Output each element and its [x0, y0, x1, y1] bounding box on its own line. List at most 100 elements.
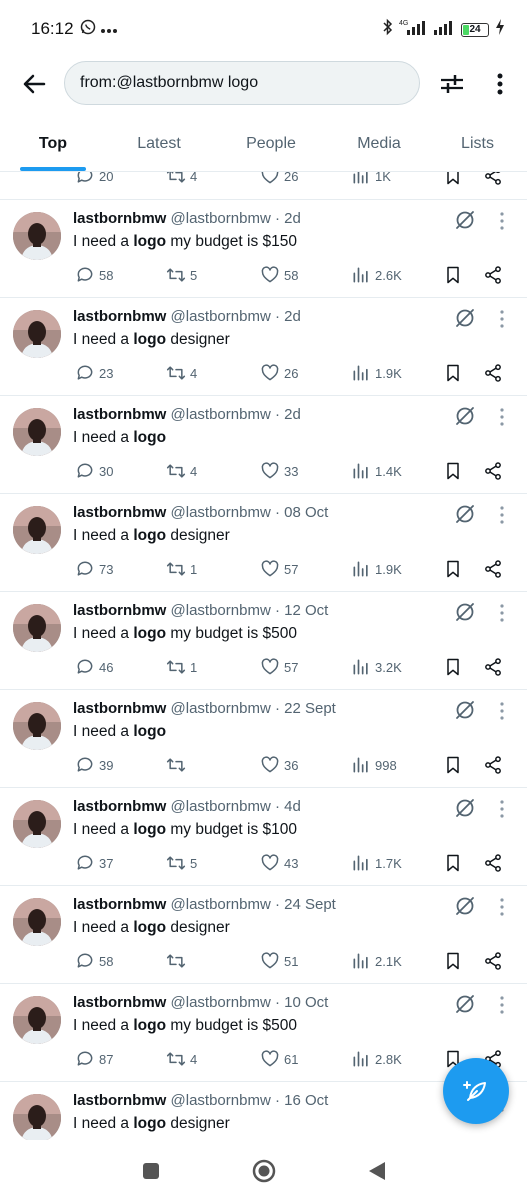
reply-button[interactable]: 39 [75, 753, 113, 777]
tweet-more-button[interactable] [494, 210, 510, 232]
author-name[interactable]: lastbornbmw [73, 798, 166, 815]
retweet-button[interactable]: 1 [166, 655, 197, 679]
author-handle[interactable]: @lastbornbmw [171, 994, 271, 1011]
grok-button[interactable] [454, 405, 476, 427]
reply-button[interactable]: 73 [75, 557, 113, 581]
like-button[interactable]: 36 [260, 753, 298, 777]
retweet-button[interactable]: 5 [166, 851, 197, 875]
bookmark-button[interactable] [443, 655, 463, 679]
share-button[interactable] [483, 851, 503, 875]
reply-button[interactable]: 58 [75, 263, 113, 287]
reply-button[interactable]: 46 [75, 655, 113, 679]
tweet-more-button[interactable] [494, 602, 510, 624]
reply-button[interactable]: 58 [75, 949, 113, 973]
author-handle[interactable]: @lastbornbmw [171, 896, 271, 913]
bookmark-button[interactable] [443, 459, 463, 483]
tab-lists[interactable]: Lists [428, 120, 527, 171]
author-name[interactable]: lastbornbmw [73, 1092, 166, 1109]
views-button[interactable]: 3.2K [351, 655, 402, 679]
retweet-button[interactable]: 4 [166, 361, 197, 385]
retweet-button[interactable]: 4 [166, 459, 197, 483]
home-button[interactable] [251, 1158, 277, 1184]
recent-apps-button[interactable] [138, 1158, 164, 1184]
tab-media[interactable]: Media [330, 120, 428, 171]
tweet-more-button[interactable] [494, 406, 510, 428]
share-button[interactable] [483, 557, 503, 581]
bookmark-button[interactable] [443, 557, 463, 581]
retweet-button[interactable]: 1 [166, 557, 197, 581]
like-button[interactable]: 58 [260, 263, 298, 287]
tweet-more-button[interactable] [494, 798, 510, 820]
tweet[interactable]: lastbornbmw @lastbornbmw · 22 Sept I nee… [0, 690, 527, 788]
author-name[interactable]: lastbornbmw [73, 210, 166, 227]
views-button[interactable]: 1.4K [351, 459, 402, 483]
like-button[interactable]: 26 [260, 361, 298, 385]
author-handle[interactable]: @lastbornbmw [171, 308, 271, 325]
grok-button[interactable] [454, 307, 476, 329]
tweet[interactable]: lastbornbmw @lastbornbmw · 2d I need a l… [0, 298, 527, 396]
tweet-more-button[interactable] [494, 994, 510, 1016]
grok-button[interactable] [454, 503, 476, 525]
search-input[interactable]: from:@lastbornbmw logo [64, 61, 420, 105]
author-handle[interactable]: @lastbornbmw [171, 798, 271, 815]
author-handle[interactable]: @lastbornbmw [171, 406, 271, 423]
bookmark-button[interactable] [443, 753, 463, 777]
views-button[interactable]: 1.9K [351, 361, 402, 385]
tweet-more-button[interactable] [494, 504, 510, 526]
avatar[interactable] [13, 898, 61, 946]
tab-latest[interactable]: Latest [106, 120, 212, 171]
views-button[interactable]: 2.8K [351, 1047, 402, 1071]
views-button[interactable]: 2.6K [351, 263, 402, 287]
retweet-button[interactable]: 4 [166, 1047, 197, 1071]
retweet-button[interactable]: 5 [166, 263, 197, 287]
views-button[interactable]: 2.1K [351, 949, 402, 973]
avatar[interactable] [13, 212, 61, 260]
tweet-more-button[interactable] [494, 896, 510, 918]
reply-button[interactable]: 30 [75, 459, 113, 483]
bookmark-button[interactable] [443, 949, 463, 973]
views-button[interactable]: 998 [351, 753, 397, 777]
grok-button[interactable] [454, 699, 476, 721]
tweet[interactable]: lastbornbmw @lastbornbmw · 10 Oct I need… [0, 984, 527, 1082]
avatar[interactable] [13, 1094, 61, 1140]
share-button[interactable] [483, 361, 503, 385]
avatar[interactable] [13, 996, 61, 1044]
bookmark-button[interactable] [443, 172, 463, 188]
share-button[interactable] [483, 949, 503, 973]
tweet[interactable]: lastbornbmw @lastbornbmw · 2d I need a l… [0, 200, 527, 298]
views-button[interactable]: 1.7K [351, 851, 402, 875]
avatar[interactable] [13, 506, 61, 554]
author-name[interactable]: lastbornbmw [73, 602, 166, 619]
author-name[interactable]: lastbornbmw [73, 896, 166, 913]
tweet[interactable]: lastbornbmw @lastbornbmw · 08 Oct I need… [0, 494, 527, 592]
reply-button[interactable]: 37 [75, 851, 113, 875]
share-button[interactable] [483, 263, 503, 287]
like-button[interactable]: 57 [260, 557, 298, 581]
views-button[interactable]: 1.9K [351, 557, 402, 581]
author-name[interactable]: lastbornbmw [73, 700, 166, 717]
avatar[interactable] [13, 800, 61, 848]
share-button[interactable] [483, 655, 503, 679]
grok-button[interactable] [454, 797, 476, 819]
tweet-more-button[interactable] [494, 308, 510, 330]
grok-button[interactable] [454, 209, 476, 231]
author-handle[interactable]: @lastbornbmw [171, 210, 271, 227]
author-handle[interactable]: @lastbornbmw [171, 1092, 271, 1109]
author-name[interactable]: lastbornbmw [73, 406, 166, 423]
like-button[interactable]: 51 [260, 949, 298, 973]
grok-button[interactable] [454, 993, 476, 1015]
compose-tweet-button[interactable] [443, 1058, 509, 1124]
like-button[interactable]: 57 [260, 655, 298, 679]
author-handle[interactable]: @lastbornbmw [171, 504, 271, 521]
like-button[interactable]: 26 [260, 172, 298, 188]
tab-people[interactable]: People [212, 120, 330, 171]
tab-top[interactable]: Top [0, 120, 106, 171]
views-button[interactable]: 1K [351, 172, 391, 188]
avatar[interactable] [13, 702, 61, 750]
author-name[interactable]: lastbornbmw [73, 308, 166, 325]
retweet-button[interactable] [166, 753, 190, 777]
share-button[interactable] [483, 459, 503, 483]
share-button[interactable] [483, 753, 503, 777]
tweet[interactable]: lastbornbmw @lastbornbmw · 2d I need a l… [0, 396, 527, 494]
reply-button[interactable]: 20 [75, 172, 113, 188]
